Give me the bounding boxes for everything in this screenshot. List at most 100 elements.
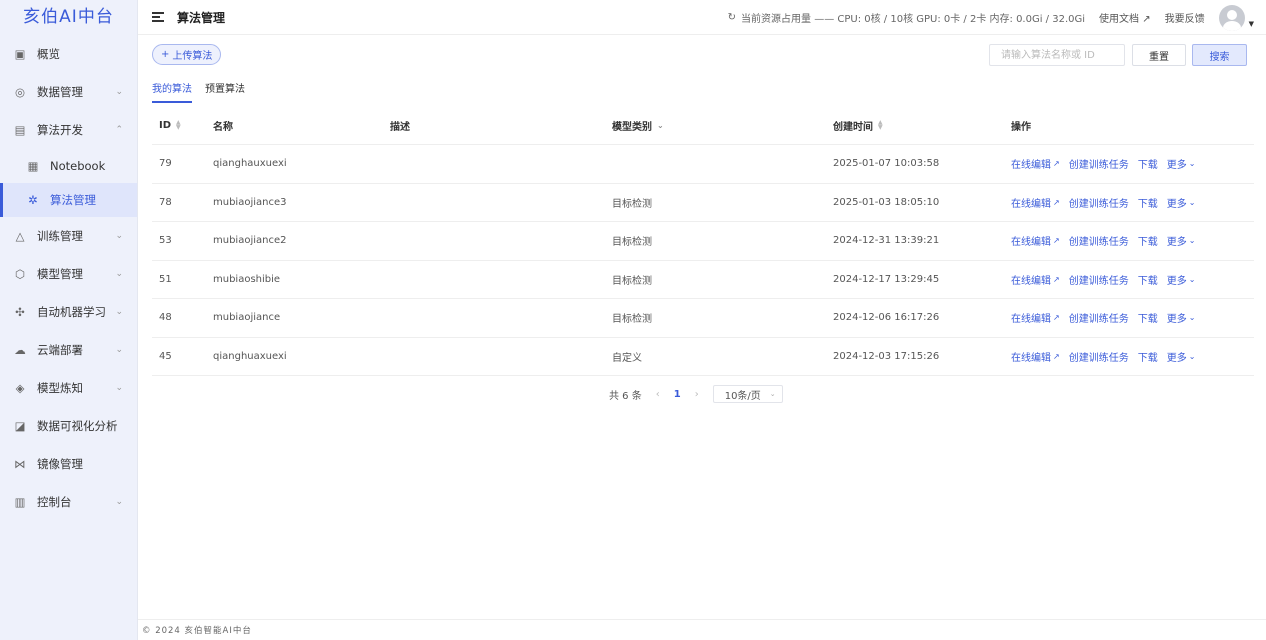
edit-online-link-label: 在线编辑 xyxy=(1011,352,1051,364)
cell-actions: 在线编辑 ↗ 创建训练任务 下载 更多 ⌄ xyxy=(1011,184,1195,222)
footer: © 2024 亥伯智能AI中台 xyxy=(138,619,1266,640)
more-dropdown[interactable]: 更多 ⌄ xyxy=(1167,233,1196,248)
create-training-link[interactable]: 创建训练任务 xyxy=(1069,349,1129,364)
download-link[interactable]: 下载 xyxy=(1138,310,1158,325)
create-training-link-label: 创建训练任务 xyxy=(1068,198,1129,210)
edit-online-link-label: 在线编辑 xyxy=(1011,237,1051,249)
cell-model-type: 目标检测 xyxy=(612,237,652,249)
external-link-icon: ↗ xyxy=(1053,197,1060,207)
sidebar-item[interactable]: ▦ Notebook xyxy=(0,149,137,183)
feedback-link[interactable]: 我要反馈 xyxy=(1165,10,1205,25)
download-link-label: 下载 xyxy=(1137,352,1158,364)
console-icon: ▥ xyxy=(14,495,26,509)
notebook-icon: ▦ xyxy=(27,159,39,173)
chevron-icon: ⌄ xyxy=(115,497,123,507)
tab-my-algorithms[interactable]: 我的算法 xyxy=(152,80,192,103)
create-training-link[interactable]: 创建训练任务 xyxy=(1069,195,1129,210)
edit-online-link[interactable]: 在线编辑 ↗ xyxy=(1011,156,1060,171)
reset-button[interactable]: 重置 xyxy=(1132,44,1186,66)
sidebar-item[interactable]: ✣ 自动机器学习 ⌄ xyxy=(0,293,137,331)
edit-online-link[interactable]: 在线编辑 ↗ xyxy=(1011,310,1060,325)
column-model-type[interactable]: 模型类别 ⌄ xyxy=(612,106,664,144)
sidebar-item-label: 镜像管理 xyxy=(37,457,83,471)
sidebar-item[interactable]: ▥ 控制台 ⌄ xyxy=(0,483,137,521)
edit-online-link[interactable]: 在线编辑 ↗ xyxy=(1011,272,1060,287)
cell-name: mubiaoshibie xyxy=(213,273,281,285)
sidebar-item[interactable]: ◈ 模型炼知 ⌄ xyxy=(0,369,137,407)
sidebar-item[interactable]: ☁ 云端部署 ⌄ xyxy=(0,331,137,369)
download-link[interactable]: 下载 xyxy=(1138,349,1158,364)
sidebar-item[interactable]: ✲ 算法管理 xyxy=(0,183,137,217)
create-training-link[interactable]: 创建训练任务 xyxy=(1069,272,1129,287)
table-row: 78 mubiaojiance3 目标检测 2025-01-03 18:05:10 在线… xyxy=(152,184,1254,222)
app-logo[interactable]: 亥伯AI中台 xyxy=(0,0,137,35)
image-icon: ⋈ xyxy=(14,457,26,471)
page-size-label: 10条/页 xyxy=(724,390,761,402)
search-input[interactable] xyxy=(989,44,1125,66)
search-button[interactable]: 搜索 xyxy=(1192,44,1247,66)
sidebar-item[interactable]: ◎ 数据管理 ⌄ xyxy=(0,73,137,111)
sidebar-item[interactable]: ◪ 数据可视化分析 xyxy=(0,407,137,445)
sort-icon[interactable]: ▲ ▼ xyxy=(878,120,883,131)
sidebar-item-label: 模型管理 xyxy=(37,267,83,281)
sidebar-item[interactable]: ▣ 概览 xyxy=(0,35,137,73)
download-link[interactable]: 下载 xyxy=(1138,233,1158,248)
avatar[interactable] xyxy=(1218,4,1245,31)
edit-online-link[interactable]: 在线编辑 ↗ xyxy=(1011,233,1060,248)
page-size-select[interactable]: 10条/页 ⌄ xyxy=(712,385,783,403)
download-link[interactable]: 下载 xyxy=(1138,156,1158,171)
more-dropdown[interactable]: 更多 ⌄ xyxy=(1167,156,1196,171)
collapse-menu-icon[interactable] xyxy=(152,12,164,22)
download-link-label: 下载 xyxy=(1137,237,1158,249)
training-icon: △ xyxy=(15,229,25,243)
chevron-down-icon: ⌄ xyxy=(1188,159,1196,169)
more-dropdown[interactable]: 更多 ⌄ xyxy=(1167,195,1196,210)
external-link-icon: ↗ xyxy=(1053,159,1060,169)
edit-online-link-label: 在线编辑 xyxy=(1011,314,1051,326)
caret-down-icon[interactable]: ▼ xyxy=(1249,20,1254,28)
edit-online-link[interactable]: 在线编辑 ↗ xyxy=(1011,195,1060,210)
cell-model-type: 目标检测 xyxy=(612,198,652,210)
next-page-icon[interactable]: › xyxy=(695,389,699,400)
refresh-icon[interactable]: ↻ xyxy=(728,12,736,23)
create-training-link[interactable]: 创建训练任务 xyxy=(1069,156,1129,171)
sidebar-item[interactable]: △ 训练管理 ⌄ xyxy=(0,217,137,255)
column-model-type-label: 模型类别 xyxy=(612,121,652,133)
sidebar-item-label: 云端部署 xyxy=(37,343,83,357)
external-link-icon: ↗ xyxy=(1053,313,1060,323)
column-created-time[interactable]: 创建时间 ▲ ▼ xyxy=(833,106,883,144)
column-id[interactable]: ID ▲ ▼ xyxy=(159,106,181,144)
edit-online-link[interactable]: 在线编辑 ↗ xyxy=(1011,349,1060,364)
external-link-icon: ↗ xyxy=(1142,14,1151,25)
table-row: 79 qianghauxuexi 2025-01-07 10:03:58 在线编辑 ↗ 创… xyxy=(152,145,1254,184)
cell-created-time: 2025-01-07 10:03:58 xyxy=(833,158,940,170)
sidebar-item[interactable]: ▤ 算法开发 ⌃ xyxy=(0,111,137,149)
create-training-link[interactable]: 创建训练任务 xyxy=(1069,233,1129,248)
prev-page-icon[interactable]: ‹ xyxy=(656,389,660,400)
upload-algorithm-button[interactable]: + 上传算法 xyxy=(152,44,222,65)
sidebar-menu: ▣ 概览 ◎ 数据管理 ⌄ ▤ 算法开发 ⌃ ▦ Notebook ✲ 算法管理 △ 训练管理 ⌄ ⬡ 模型管理… xyxy=(0,35,137,521)
edit-online-link-label: 在线编辑 xyxy=(1011,160,1051,172)
download-link-label: 下载 xyxy=(1137,198,1158,210)
more-dropdown[interactable]: 更多 ⌄ xyxy=(1167,310,1196,325)
dashboard-icon: ▣ xyxy=(14,47,26,61)
page-number[interactable]: 1 xyxy=(674,389,681,400)
filter-icon[interactable]: ⌄ xyxy=(657,121,664,130)
sidebar-item[interactable]: ⬡ 模型管理 ⌄ xyxy=(0,255,137,293)
download-link[interactable]: 下载 xyxy=(1138,195,1158,210)
create-training-link[interactable]: 创建训练任务 xyxy=(1069,310,1129,325)
tab-preset-algorithms[interactable]: 预置算法 xyxy=(205,80,245,103)
sidebar-item[interactable]: ⋈ 镜像管理 xyxy=(0,445,137,483)
cell-model-type: 目标检测 xyxy=(612,275,652,287)
cell-actions: 在线编辑 ↗ 创建训练任务 下载 更多 ⌄ xyxy=(1011,338,1195,376)
chevron-down-icon: ⌄ xyxy=(1188,313,1196,323)
more-dropdown[interactable]: 更多 ⌄ xyxy=(1167,272,1196,287)
cell-name: mubiaojiance xyxy=(213,312,281,324)
cell-actions: 在线编辑 ↗ 创建训练任务 下载 更多 ⌄ xyxy=(1011,145,1195,183)
docs-link[interactable]: 使用文档 ↗ xyxy=(1099,10,1151,25)
sort-icon[interactable]: ▲ ▼ xyxy=(176,120,181,131)
cell-id: 48 xyxy=(159,312,172,324)
more-dropdown[interactable]: 更多 ⌄ xyxy=(1167,349,1196,364)
chevron-down-icon: ⌄ xyxy=(1188,236,1196,246)
download-link[interactable]: 下载 xyxy=(1138,272,1158,287)
